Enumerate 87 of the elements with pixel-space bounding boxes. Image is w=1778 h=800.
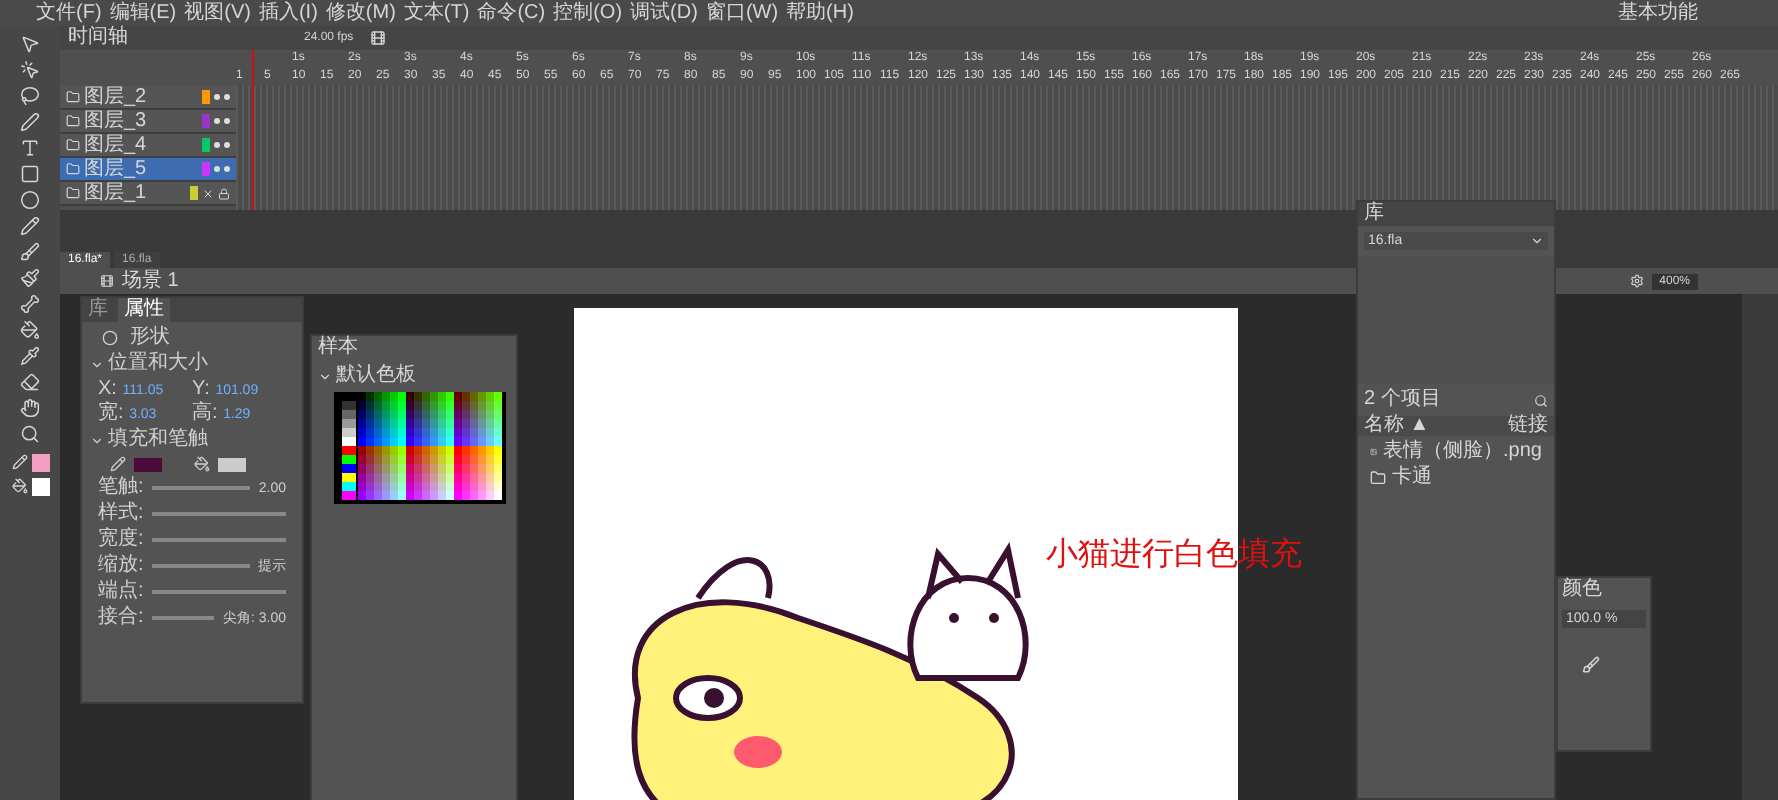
eyedropper-icon[interactable]	[20, 346, 40, 366]
hidden-icon[interactable]	[202, 187, 214, 199]
selection-tool-icon[interactable]	[20, 34, 40, 54]
menu-item[interactable]: 修改(M)	[325, 3, 396, 23]
library-item[interactable]: 卡通	[1358, 468, 1554, 488]
fill-color-swatch[interactable]	[31, 478, 49, 496]
layer-icon	[66, 114, 80, 128]
menu-item[interactable]: 命令(C)	[477, 3, 546, 23]
menu-item[interactable]: 编辑(E)	[109, 3, 177, 23]
panel-tab[interactable]: 库	[1358, 202, 1554, 226]
annotation-text: 小猫进行白色填充	[1046, 535, 1302, 576]
fill-icon	[194, 456, 210, 472]
eraser-icon[interactable]	[20, 372, 40, 392]
brush-icon[interactable]	[20, 242, 40, 262]
layer-icon	[66, 162, 80, 176]
panel-tab[interactable]: 时间轴	[68, 28, 128, 48]
layer-row[interactable]: 图层_5	[60, 158, 236, 182]
panel-tab[interactable]: 库	[82, 298, 114, 322]
property-label: 样式:	[98, 504, 144, 524]
scene-icon	[100, 274, 114, 288]
layer-row[interactable]: 图层_1	[60, 182, 236, 206]
property-label: 接合:	[98, 608, 144, 628]
hand-icon[interactable]	[20, 398, 40, 418]
menu-item[interactable]: 文本(T)	[403, 3, 470, 23]
menu-item[interactable]: 文件(F)	[36, 3, 102, 23]
column-header[interactable]: 链接	[1508, 416, 1548, 436]
menu-item[interactable]: 窗口(W)	[705, 3, 779, 23]
layer-icon	[66, 138, 80, 152]
bone-icon[interactable]	[20, 294, 40, 314]
settings-icon[interactable]	[1629, 274, 1644, 288]
workspace-label[interactable]: 基本功能	[1618, 3, 1698, 23]
panel-tab[interactable]: 样本	[318, 336, 510, 360]
property-label: 笔触:	[98, 478, 144, 498]
stroke-color-swatch[interactable]	[134, 457, 162, 471]
property-label: 端点:	[98, 582, 144, 602]
collapse-icon[interactable]	[90, 357, 104, 371]
caret-icon	[1530, 234, 1544, 248]
property-label: 宽度:	[98, 530, 144, 550]
section-title[interactable]: 填充和笔触	[108, 430, 208, 450]
layer-row[interactable]: 图层_3	[60, 110, 236, 134]
stroke-color-swatch[interactable]	[31, 454, 49, 472]
rectangle-icon[interactable]	[20, 164, 40, 184]
object-type-label: 形状	[130, 328, 170, 348]
layer-name: 图层_1	[84, 183, 147, 203]
folder-icon	[1370, 470, 1386, 486]
layer-name: 图层_3	[84, 111, 147, 131]
property-label: 缩放:	[98, 556, 144, 576]
section-title[interactable]: 位置和大小	[108, 354, 208, 374]
menu-item[interactable]: 控制(O)	[553, 3, 623, 23]
layer-icon	[66, 90, 80, 104]
stroke-color-icon	[11, 454, 27, 470]
text-tool-icon[interactable]	[20, 138, 40, 158]
panel-tab[interactable]: 颜色	[1562, 578, 1646, 602]
library-item[interactable]: 表情（侧脸）.png	[1358, 442, 1554, 462]
collapse-icon[interactable]	[90, 433, 104, 447]
pen-icon[interactable]	[20, 112, 40, 132]
paintbrush-icon[interactable]	[20, 268, 40, 288]
menu-item[interactable]: 调试(D)	[630, 3, 698, 23]
layer-name: 图层_4	[84, 135, 147, 155]
layer-row[interactable]: 图层_4	[60, 134, 236, 158]
collapse-icon[interactable]	[318, 369, 332, 383]
color-swatch-grid-drawing[interactable]	[334, 392, 506, 504]
brush-icon	[1582, 656, 1600, 674]
zoom-icon[interactable]	[20, 424, 40, 444]
search-icon[interactable]	[1534, 393, 1548, 407]
lasso-icon[interactable]	[20, 86, 40, 106]
shape-icon	[102, 330, 118, 346]
scene-label[interactable]: 场景 1	[122, 271, 179, 291]
swatch-group-label[interactable]: 默认色板	[336, 366, 416, 386]
fill-color-icon	[11, 478, 27, 494]
layer-icon	[66, 186, 80, 200]
panel-tab[interactable]: 属性	[118, 298, 170, 322]
menu-item[interactable]: 插入(I)	[258, 3, 318, 23]
oval-icon[interactable]	[20, 190, 40, 210]
layer-name: 图层_5	[84, 159, 147, 179]
fill-color-swatch[interactable]	[218, 457, 246, 471]
item-count: 2 个项目	[1364, 390, 1441, 410]
image-icon	[1370, 444, 1378, 460]
stroke-icon	[110, 456, 126, 472]
menu-item[interactable]: 帮助(H)	[786, 3, 854, 23]
paint-bucket-icon[interactable]	[20, 320, 40, 340]
layer-row[interactable]: 图层_2	[60, 86, 236, 110]
lock-icon[interactable]	[218, 187, 230, 199]
pencil-icon[interactable]	[20, 216, 40, 236]
menu-item[interactable]: 视图(V)	[184, 3, 251, 23]
layer-name: 图层_2	[84, 87, 147, 107]
subselection-tool-icon[interactable]	[20, 60, 40, 80]
